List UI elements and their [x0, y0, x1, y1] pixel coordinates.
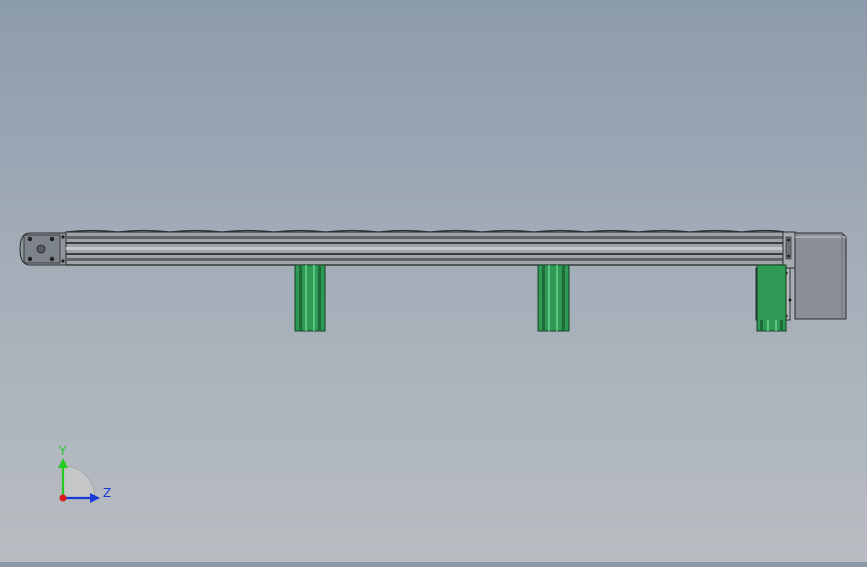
- support-leg-2[interactable]: [537, 264, 570, 332]
- drive-end-frame[interactable]: [782, 231, 796, 269]
- graphics-viewport[interactable]: Y Z: [0, 0, 867, 562]
- main-rail[interactable]: [65, 231, 787, 266]
- conveyor-assembly[interactable]: [19, 229, 847, 332]
- y-axis-label: Y: [58, 444, 67, 458]
- support-leg-1[interactable]: [294, 264, 326, 332]
- model-canvas[interactable]: Y Z: [0, 0, 867, 562]
- drive-motor[interactable]: [794, 232, 847, 320]
- z-axis-label: Z: [103, 486, 111, 500]
- y-axis-arrow-icon: [58, 458, 68, 468]
- left-end-cap[interactable]: [19, 232, 67, 266]
- support-leg-3[interactable]: [756, 264, 787, 332]
- x-axis-icon: [59, 494, 67, 502]
- orientation-triad[interactable]: Y Z: [58, 444, 111, 503]
